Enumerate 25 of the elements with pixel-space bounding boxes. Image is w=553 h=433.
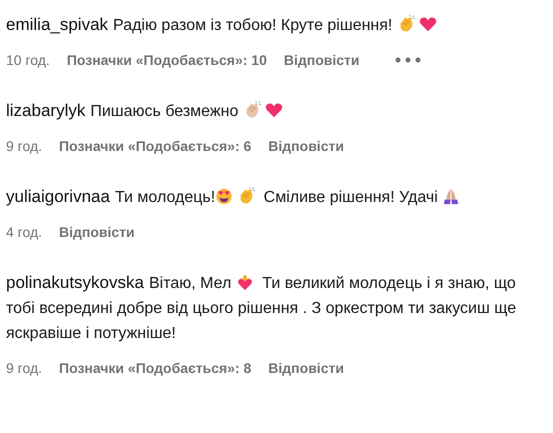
username-link[interactable]: yuliaigorivnaa	[6, 187, 110, 206]
likes-count-link[interactable]: Позначки «Подобається»: 10	[66, 52, 267, 68]
likes-count-link[interactable]: Позначки «Подобається»: 6	[59, 138, 252, 154]
more-options-icon[interactable]	[394, 57, 421, 63]
comment-time: 4 год.	[6, 224, 42, 240]
reply-link[interactable]: Відповісти	[59, 224, 135, 240]
reply-link[interactable]: Відповісти	[268, 360, 344, 376]
flaming-heart-icon	[236, 273, 254, 291]
comment-time: 10 год.	[6, 52, 50, 68]
reply-link[interactable]: Відповісти	[284, 52, 360, 68]
comment-text: lizabarylyk Пишаюсь безмежно	[6, 98, 545, 124]
heart-eyes-face-icon	[215, 187, 234, 205]
likes-count-link[interactable]: Позначки «Подобається»: 8	[59, 360, 252, 376]
heart-icon	[418, 15, 437, 33]
reply-link[interactable]: Відповісти	[268, 138, 344, 154]
username-link[interactable]: lizabarylyk	[6, 101, 86, 120]
comment-time: 9 год.	[6, 138, 42, 154]
praying-hands-icon	[442, 187, 460, 205]
comment-text: yuliaigorivnaa Ти молодець! Сміливе рішення! Удачі	[6, 184, 545, 210]
comment-time: 9 год.	[6, 360, 42, 376]
comment-text: emilia_spivak Радію разом із тобою! Круте рішення!	[6, 12, 545, 38]
username-link[interactable]: emilia_spivak	[6, 15, 108, 34]
heart-icon	[264, 101, 283, 119]
comment-text: polinakutsykovska Вітаю, Мел Ти великий молодець і я знаю, що тобі всередині добре від цього рішення . З оркестром ти закусиш ще яскравіше і потужніше!	[6, 272, 518, 344]
username-link[interactable]: polinakutsykovska	[6, 273, 144, 292]
